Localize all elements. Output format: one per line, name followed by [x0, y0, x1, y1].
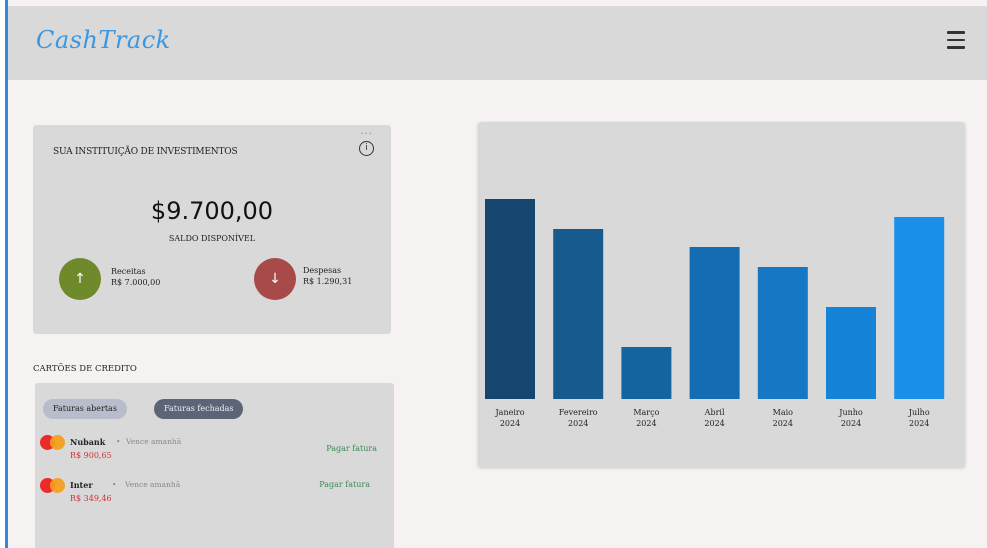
expense-value: R$ 1.290,31: [303, 277, 353, 286]
x-tick-year: 2024: [500, 419, 520, 428]
bar-junho[interactable]: [826, 307, 876, 399]
x-tick-year: 2024: [773, 419, 793, 428]
bar-maio[interactable]: [757, 267, 808, 399]
institution-title: SUA INSTITUIÇÃO DE INVESTIMENTOS: [53, 147, 238, 157]
x-tick-year: 2024: [568, 419, 588, 428]
x-tick-month: Julho: [908, 408, 930, 417]
bar-julho[interactable]: [894, 217, 945, 399]
mastercard-icon: [40, 435, 65, 450]
balance-label: SALDO DISPONÍVEL: [168, 234, 256, 243]
arrow-down-icon[interactable]: ↓: [254, 258, 296, 300]
x-tick-month: Março: [633, 408, 659, 417]
income-info: Receitas R$ 7.000,00: [111, 266, 160, 288]
x-tick-month: Fevereiro: [559, 408, 598, 417]
available-balance: $9.700,00: [150, 197, 274, 225]
income-value: R$ 7.000,00: [111, 278, 161, 287]
tab-closed-invoices[interactable]: Faturas fechadas: [154, 399, 244, 419]
expense-info: Despesas R$ 1.290,31: [303, 265, 352, 287]
credit-cards-title: CARTÕES DE CREDITO: [33, 364, 137, 374]
card-amount: R$ 900,65: [70, 451, 112, 460]
x-tick-year: 2024: [841, 419, 861, 428]
credit-cards-panel: Faturas abertas Faturas fechadas Nubank …: [35, 383, 394, 548]
expense-label: Despesas: [303, 266, 342, 275]
monthly-bar-chart: Janeiro 2024 Fevereiro 2024 Março 2024 Abril 20…: [478, 122, 965, 467]
investment-card: ... SUA INSTITUIÇÃO DE INVESTIMENTOS i $…: [33, 125, 391, 334]
card-separator: •: [112, 480, 117, 489]
top-header: CashTrack: [8, 6, 987, 80]
x-tick-month: Abril: [704, 408, 725, 417]
mastercard-icon: [40, 478, 65, 493]
x-tick-year: 2024: [636, 419, 656, 428]
x-tick-year: 2024: [909, 419, 929, 428]
x-tick-month: Janeiro: [494, 408, 524, 417]
card-separator: •: [116, 437, 121, 446]
x-tick-month: Junho: [838, 408, 863, 417]
bar-abril[interactable]: [689, 247, 740, 399]
bar-chart-svg: Janeiro 2024 Fevereiro 2024 Março 2024 Abril 20…: [485, 199, 945, 428]
pay-invoice-link[interactable]: Pagar fatura: [326, 444, 377, 453]
credit-card-row-inter[interactable]: Inter • Vence amanhã R$ 349,46 Pagar fat…: [40, 478, 385, 510]
menu-line: [947, 31, 965, 34]
more-options-dots[interactable]: ...: [360, 126, 373, 137]
card-name: Nubank: [70, 437, 106, 447]
info-icon[interactable]: i: [359, 141, 374, 156]
bar-março[interactable]: [621, 347, 672, 399]
menu-line: [947, 46, 965, 49]
arrow-up-icon[interactable]: ↑: [59, 258, 101, 300]
x-tick-month: Maio: [773, 408, 794, 417]
hamburger-menu-icon[interactable]: [947, 31, 965, 51]
app-logo[interactable]: CashTrack: [36, 26, 171, 54]
bar-janeiro[interactable]: [485, 199, 535, 399]
card-due-date: Vence amanhã: [126, 437, 182, 446]
income-label: Receitas: [111, 267, 146, 276]
tab-open-invoices[interactable]: Faturas abertas: [43, 399, 127, 419]
card-name: Inter: [70, 480, 93, 490]
card-due-date: Vence amanhã: [125, 480, 181, 489]
menu-line: [947, 38, 965, 41]
x-tick-year: 2024: [704, 419, 724, 428]
bar-fevereiro[interactable]: [553, 229, 604, 399]
credit-card-row-nubank[interactable]: Nubank • Vence amanhã R$ 900,65 Pagar fa…: [40, 435, 385, 467]
card-amount: R$ 349,46: [70, 494, 112, 503]
left-edge-rail: [0, 0, 8, 548]
pay-invoice-link[interactable]: Pagar fatura: [319, 480, 370, 489]
